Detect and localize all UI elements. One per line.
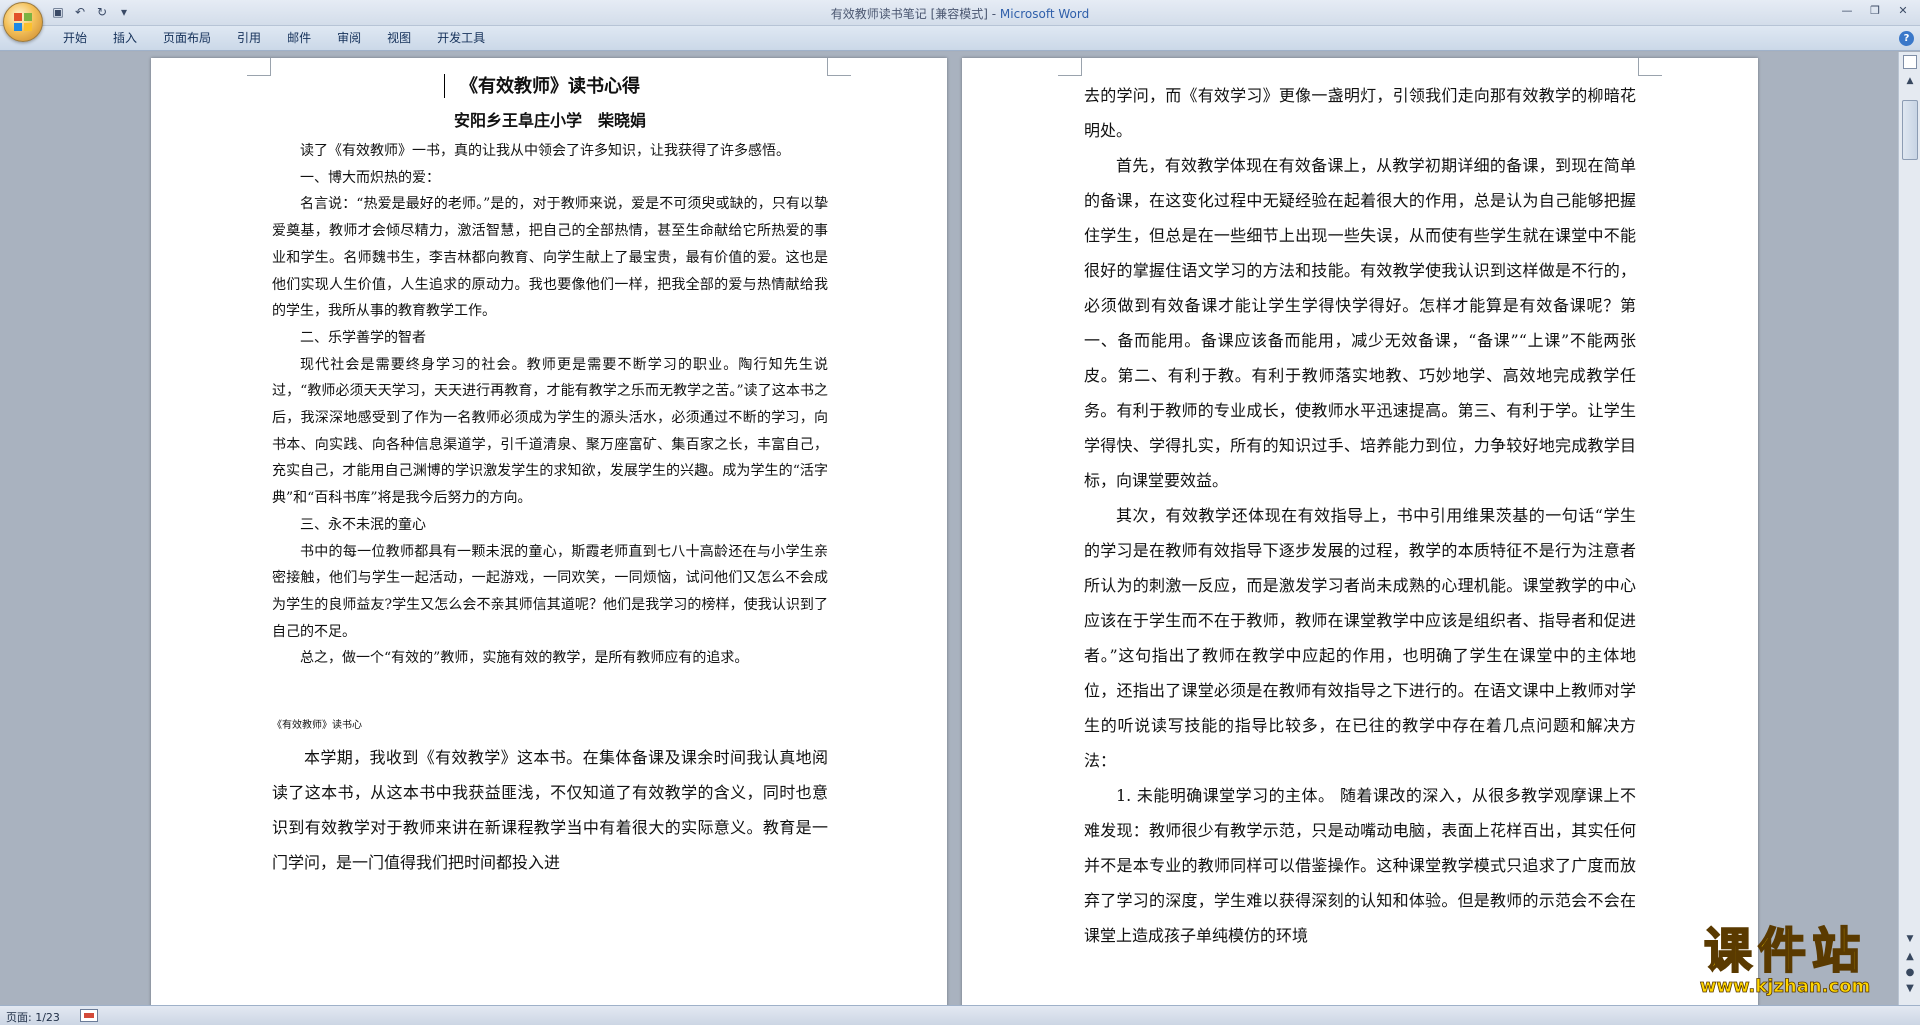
select-browse-object-icon[interactable]: ● (1902, 966, 1918, 980)
window-title: 有效教师读书笔记 [兼容模式] - Microsoft Word (0, 5, 1920, 22)
tab-view[interactable]: 视图 (374, 26, 424, 51)
crop-mark (247, 58, 271, 76)
language-icon[interactable] (80, 1009, 98, 1022)
list-item: 1. 未能明确课堂学习的主体。 随着课改的深入，从很多教学观摩课上不难发现：教师… (1084, 786, 1636, 945)
paragraph: 总之，做一个“有效的”教师，实施有效的教学，是所有教师应有的追求。 (300, 650, 749, 667)
paragraph: 名言说：“热爱是最好的老师。”是的，对于教师来说，爱是不可须臾或缺的，只有以挚爱… (272, 196, 828, 320)
watermark-text: 课件站 (1703, 923, 1866, 979)
watermark-logo: 课件站 www.kjzhan.com (1670, 923, 1900, 1000)
paragraph: 现代社会是需要终身学习的社会。教师更是需要不断学习的职业。陶行知先生说过，“教师… (272, 356, 828, 507)
section-heading: 三、永不未泯的童心 (300, 516, 426, 533)
status-bar: 页面: 1/23 (0, 1005, 1920, 1025)
office-logo-icon (14, 13, 34, 33)
minimize-icon[interactable]: — (1834, 2, 1860, 20)
paragraph: 去的学问，而《有效学习》更像一盏明灯，引领我们走向那有效教学的柳暗花明处。 (1084, 86, 1636, 140)
scroll-down-icon[interactable]: ▼ (1902, 932, 1918, 946)
tab-references[interactable]: 引用 (224, 26, 274, 51)
tab-home[interactable]: 开始 (50, 26, 100, 51)
scroll-up-icon[interactable]: ▲ (1902, 74, 1918, 88)
ribbon-tab-bar: 开始 插入 页面布局 引用 邮件 审阅 视图 开发工具 ? (0, 26, 1920, 51)
previous-page-icon[interactable]: ▲ (1902, 950, 1918, 964)
crop-mark (1638, 58, 1662, 76)
app-name: Microsoft Word (999, 7, 1090, 21)
second-article-title: 《有效教师》读书心 (272, 720, 362, 732)
help-icon[interactable]: ? (1899, 31, 1914, 46)
document-body: 读了《有效教师》一书，真的让我从中领会了许多知识，让我获得了许多感悟。 一、博大… (272, 138, 828, 672)
paragraph: 本学期，我收到《有效教学》这本书。在集体备课及课余时间我认真地阅读了这本书，从这… (272, 748, 828, 873)
tab-review[interactable]: 审阅 (324, 26, 374, 51)
close-icon[interactable]: ✕ (1890, 2, 1916, 20)
vertical-scrollbar[interactable]: ▲ ▼ ▲ ● ▼ (1898, 52, 1920, 1005)
document-body: 去的学问，而《有效学习》更像一盏明灯，引领我们走向那有效教学的柳暗花明处。 首先… (1084, 78, 1636, 953)
watermark-url: www.kjzhan.com (1699, 976, 1871, 997)
tab-page-layout[interactable]: 页面布局 (150, 26, 224, 51)
paragraph: 其次，有效教学还体现在有效指导上，书中引用维果茨基的一句话“学生的学习是在教师有… (1084, 506, 1636, 770)
scroll-thumb[interactable] (1902, 100, 1918, 160)
office-button[interactable] (3, 2, 43, 42)
crop-mark (827, 58, 851, 76)
paragraph: 读了《有效教师》一书，真的让我从中领会了许多知识，让我获得了许多感悟。 (300, 143, 790, 159)
paragraph: 首先，有效教学体现在有效备课上，从教学初期详细的备课，到现在简单的备课，在这变化… (1084, 156, 1636, 490)
document-author-heading: 安阳乡王阜庄小学 柴晓娟 (453, 111, 646, 130)
restore-icon[interactable]: ❐ (1862, 2, 1888, 20)
view-ruler-icon[interactable] (1903, 55, 1917, 69)
page-number-indicator[interactable]: 页面: 1/23 (6, 1009, 60, 1025)
next-page-icon[interactable]: ▼ (1902, 982, 1918, 996)
document-title-heading: 《有效教师》读书心得 (460, 76, 640, 97)
paragraph: 书中的每一位教师都具有一颗未泯的童心，斯霞老师直到七八十高龄还在与小学生亲密接触… (272, 543, 828, 640)
tab-developer[interactable]: 开发工具 (424, 26, 498, 51)
empty-paragraph (272, 672, 828, 698)
crop-mark (1058, 58, 1082, 76)
section-heading: 一、博大而炽热的爱： (300, 169, 440, 186)
title-bar: ▣ ↶ ↻ ▾ 有效教师读书笔记 [兼容模式] - Microsoft Word… (0, 0, 1920, 42)
section-heading: 二、乐学善学的智者 (300, 329, 426, 346)
document-title: 有效教师读书笔记 [兼容模式] - (830, 7, 1000, 21)
document-area[interactable]: 《有效教师》读书心得 安阳乡王阜庄小学 柴晓娟 读了《有效教师》一书，真的让我从… (0, 52, 1898, 1005)
tab-insert[interactable]: 插入 (100, 26, 150, 51)
window-controls: — ❐ ✕ (1834, 2, 1916, 20)
tab-mailings[interactable]: 邮件 (274, 26, 324, 51)
document-page-2[interactable]: 去的学问，而《有效学习》更像一盏明灯，引领我们走向那有效教学的柳暗花明处。 首先… (962, 58, 1758, 1005)
document-page-1[interactable]: 《有效教师》读书心得 安阳乡王阜庄小学 柴晓娟 读了《有效教师》一书，真的让我从… (151, 58, 947, 1005)
